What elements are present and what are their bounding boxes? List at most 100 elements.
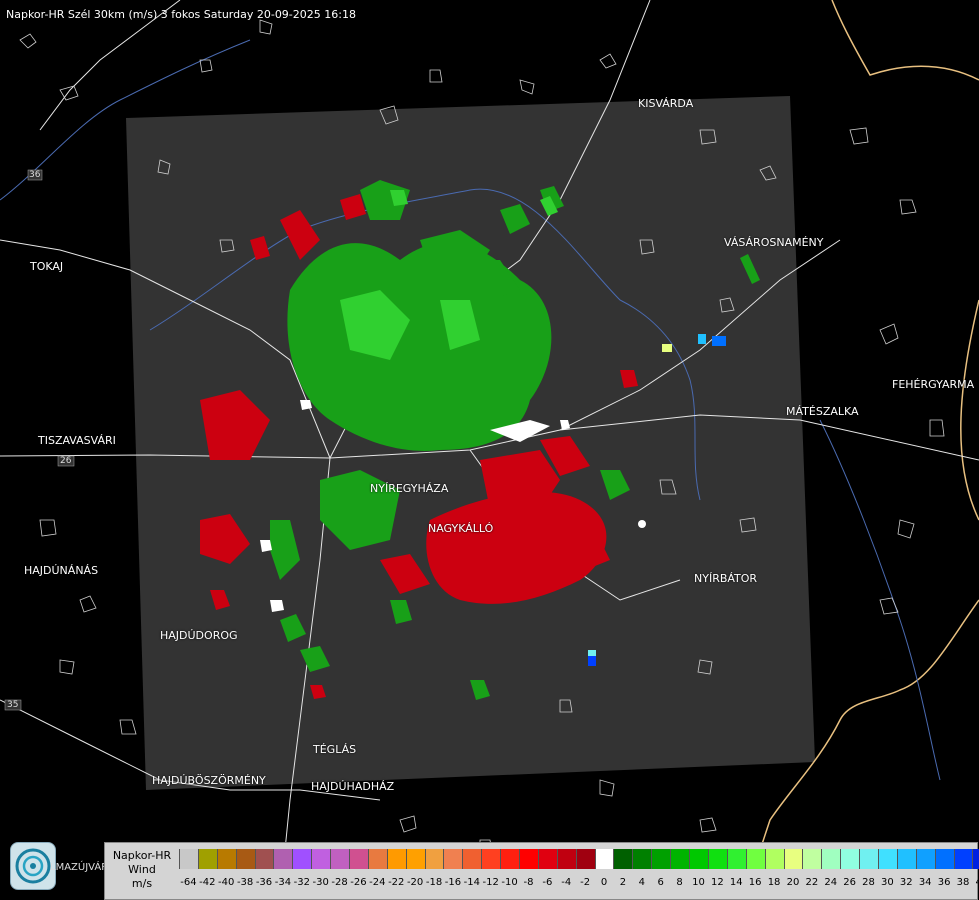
legend-swatch	[330, 849, 350, 869]
legend-swatch	[179, 849, 198, 869]
legend-tick-label: 16	[748, 877, 762, 888]
legend-tick-label: -42	[199, 877, 216, 888]
legend-tick-label: -22	[388, 877, 405, 888]
city-label-mateszalka: MÁTÉSZALKA	[786, 405, 859, 418]
legend-tick-label: -36	[255, 877, 273, 888]
legend-swatch	[405, 849, 425, 869]
legend-tick-label: -20	[406, 877, 424, 888]
city-label-hajduhadhaz: HAJDÚHADHÁZ	[311, 780, 395, 793]
legend-swatch	[500, 849, 520, 869]
legend-swatch	[462, 849, 482, 869]
legend-title-line1: Napkor-HR	[112, 849, 172, 862]
legend-tick-label: -12	[482, 877, 499, 888]
city-label-hajdudorog: HAJDÚDOROG	[160, 629, 238, 642]
legend-tick-label: 10	[692, 877, 705, 888]
legend-tick-label: 0	[600, 877, 608, 888]
legend-tick-label: -8	[523, 877, 534, 888]
legend-tick-label: -24	[369, 877, 386, 888]
legend-title-line2: Wind	[128, 863, 156, 876]
legend-swatch	[670, 849, 690, 869]
legend-swatch	[349, 849, 368, 869]
legend-tick-label: -32	[293, 877, 310, 888]
legend-title-line3: m/s	[131, 877, 153, 890]
legend-swatch	[386, 849, 406, 869]
road-number-35: 35	[7, 700, 19, 710]
legend-swatch	[745, 849, 765, 869]
legend-tick-label: 40	[975, 877, 979, 888]
legend-swatch	[292, 849, 312, 869]
legend-swatch	[443, 849, 463, 869]
legend-tick-label: 6	[657, 877, 664, 888]
legend-swatch	[726, 849, 746, 869]
legend-swatch	[934, 849, 954, 869]
legend-tick-label: 34	[918, 877, 932, 888]
legend-tick-label: -64	[180, 877, 197, 888]
legend-swatch	[519, 849, 538, 869]
legend-swatch	[896, 849, 916, 869]
legend-tick-label: -6	[542, 877, 553, 888]
legend-tick-label: 26	[843, 877, 856, 888]
legend-swatch	[367, 849, 387, 869]
legend-swatch	[594, 849, 614, 869]
city-label-hajdunanas: HAJDÚNÁNÁS	[24, 564, 99, 577]
map-title: Napkor-HR Szél 30km (m/s) 3 fokos Saturd…	[6, 8, 356, 21]
city-label-nyiregyhaza: NYÍREGYHÁZA	[370, 482, 449, 495]
legend-tick-label: -40	[218, 877, 235, 888]
legend-tick-label: 38	[956, 877, 970, 888]
legend-tick-label: 14	[729, 877, 743, 888]
road-number-36: 36	[29, 170, 41, 180]
legend-tick-label: 4	[638, 877, 645, 888]
legend-tick-label: 2	[619, 877, 627, 888]
legend-swatch	[915, 849, 935, 869]
legend-tick-label: 22	[805, 877, 819, 888]
legend-tick-label: -26	[350, 877, 367, 888]
legend-swatch	[764, 849, 784, 869]
legend-tick-label: -14	[463, 877, 480, 888]
city-label-vasarosnameny: VÁSÁROSNAMÉNY	[724, 236, 824, 249]
radar-map	[0, 0, 979, 900]
city-label-fehergyarmat: FEHÉRGYARMA	[892, 378, 975, 391]
legend-tick-label: 8	[676, 877, 683, 888]
city-label-teglas: TÉGLÁS	[313, 743, 357, 756]
city-label-nagykallo: NAGYKÁLLÓ	[428, 522, 494, 535]
legend-tick-label: 18	[767, 877, 781, 888]
legend-swatch	[254, 849, 274, 869]
legend-tick-label: -4	[561, 877, 572, 888]
legend-swatch	[972, 849, 979, 869]
road-number-26: 26	[60, 456, 72, 466]
city-label-hajduboszormeny: HAJDÚBÖSZÖRMÉNY	[152, 774, 266, 787]
legend-swatch	[311, 849, 331, 869]
legend-title: Napkor-HR Wind m/s	[107, 849, 177, 891]
legend-tick-label: 24	[824, 877, 838, 888]
legend-tick-label: 30	[881, 877, 894, 888]
city-label-tokaj: TOKAJ	[30, 260, 64, 273]
legend-swatch	[273, 849, 293, 869]
legend-swatch	[632, 849, 652, 869]
legend-swatch	[424, 849, 444, 869]
legend-swatch	[840, 849, 860, 869]
legend-swatch	[953, 849, 973, 869]
legend-tick-label: -28	[331, 877, 348, 888]
legend-swatch	[877, 849, 897, 869]
legend-swatch	[783, 849, 803, 869]
city-label-kisvarda: KISVÁRDA	[638, 97, 694, 110]
legend-swatch	[802, 849, 822, 869]
logo-text: LMAZÚJVÁR	[50, 862, 109, 873]
legend-ticks: -64 -42 -40 -38 -36 -34 -32 -30 -28 -26 -24 -22 -20-…	[179, 877, 979, 888]
legend-swatch	[575, 849, 595, 869]
city-label-nyirbator: NYÍRBÁTOR	[694, 572, 758, 585]
color-legend: Napkor-HR Wind m/s -64 -42 -40 -38 -36 -34 -32…	[104, 842, 979, 900]
legend-swatch	[821, 849, 841, 869]
legend-tick-label: 28	[862, 877, 875, 888]
legend-swatch	[197, 849, 217, 869]
city-label-tiszavasvari: TISZAVASVÁRI	[38, 434, 116, 447]
legend-swatch	[537, 849, 557, 869]
legend-swatches	[179, 849, 979, 869]
legend-swatch	[859, 849, 878, 869]
legend-swatch	[613, 849, 633, 869]
legend-tick-label: -18	[425, 877, 443, 888]
legend-tick-label: -2	[580, 877, 591, 888]
legend-tick-label: -30	[312, 877, 329, 888]
legend-tick-label: -38	[236, 877, 254, 888]
legend-swatch	[556, 849, 576, 869]
